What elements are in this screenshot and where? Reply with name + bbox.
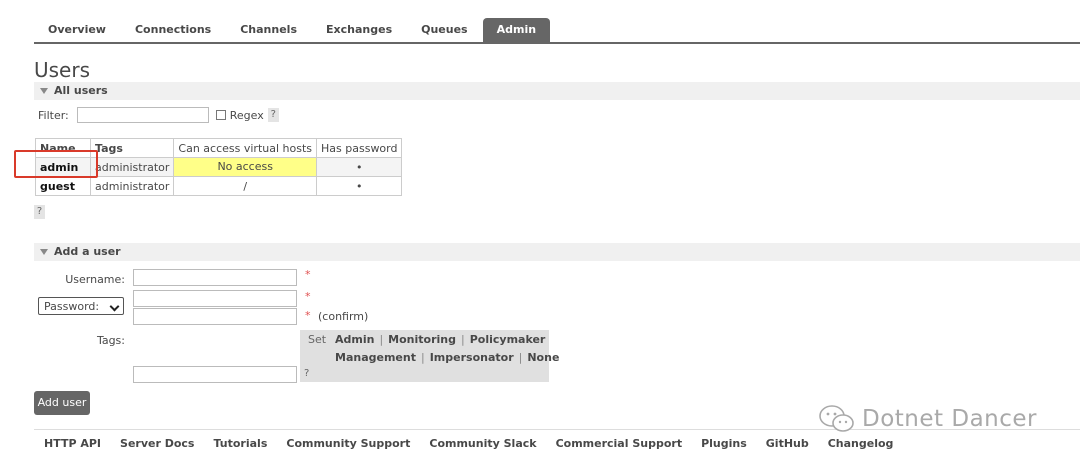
required-marker: * [305, 268, 311, 281]
tab-queues[interactable]: Queues [407, 18, 481, 42]
highlight-box [14, 150, 98, 178]
chevron-down-icon [109, 301, 120, 312]
page-title: Users [34, 58, 91, 82]
required-marker: * [305, 309, 311, 322]
tab-admin[interactable]: Admin [482, 18, 551, 42]
collapse-triangle-icon [40, 87, 48, 94]
password-select[interactable]: Password: [38, 297, 124, 315]
footer-link-community-support[interactable]: Community Support [286, 437, 410, 450]
collapse-triangle-icon [40, 248, 48, 255]
tag-policymaker-link[interactable]: Policymaker [470, 333, 546, 346]
footer-link-http-api[interactable]: HTTP API [44, 437, 101, 450]
all-users-heading: All users [54, 84, 108, 97]
user-has-password: • [316, 157, 403, 177]
footer-link-changelog[interactable]: Changelog [828, 437, 894, 450]
tag-none-link[interactable]: None [527, 351, 559, 364]
add-user-toggle[interactable]: Add a user [34, 243, 1080, 261]
regex-checkbox[interactable] [215, 110, 226, 120]
username-label: Username: [65, 273, 125, 286]
tab-overview[interactable]: Overview [34, 18, 120, 42]
user-name-link[interactable]: guest [35, 176, 91, 196]
password-select-value: Password: [44, 300, 100, 313]
tags-input[interactable] [133, 366, 297, 383]
tag-impersonator-link[interactable]: Impersonator [430, 351, 514, 364]
all-users-toggle[interactable]: All users [34, 82, 1080, 100]
col-tags[interactable]: Tags [89, 138, 175, 158]
add-user-button[interactable]: Add user [34, 391, 90, 415]
col-vhosts[interactable]: Can access virtual hosts [173, 138, 318, 158]
top-nav: Overview Connections Channels Exchanges … [34, 18, 551, 42]
tag-management-link[interactable]: Management [335, 351, 416, 364]
tags-label: Tags: [96, 334, 125, 347]
tab-exchanges[interactable]: Exchanges [312, 18, 406, 42]
footer-link-server-docs[interactable]: Server Docs [120, 437, 194, 450]
watermark-text: Dotnet Dancer [862, 406, 1037, 432]
tab-channels[interactable]: Channels [226, 18, 311, 42]
footer-link-github[interactable]: GitHub [766, 437, 809, 450]
filter-label: Filter: [38, 108, 69, 122]
table-help-button[interactable]: ? [34, 205, 45, 219]
username-input[interactable] [133, 269, 297, 286]
tag-row: Admin | Monitoring | Policymaker [335, 333, 546, 346]
required-marker: * [305, 290, 311, 303]
filter-input[interactable] [76, 107, 209, 123]
tag-admin-link[interactable]: Admin [335, 333, 374, 346]
user-has-password: • [316, 176, 403, 196]
filter-help-button[interactable]: ? [267, 108, 279, 122]
tag-row: Management | Impersonator | None [335, 351, 560, 364]
tab-connections[interactable]: Connections [121, 18, 225, 42]
footer-link-tutorials[interactable]: Tutorials [213, 437, 267, 450]
regex-label: Regex [229, 108, 264, 122]
set-label: Set [308, 333, 327, 346]
password-confirm-input[interactable] [133, 308, 297, 325]
confirm-label: (confirm) [318, 310, 369, 323]
footer-link-community-slack[interactable]: Community Slack [429, 437, 536, 450]
col-has-password[interactable]: Has password [316, 138, 403, 158]
user-tags: administrator [89, 157, 175, 177]
watermark: Dotnet Dancer [818, 404, 1037, 434]
user-vhosts: No access [173, 157, 318, 177]
user-tags: administrator [89, 176, 175, 196]
user-vhosts: / [173, 176, 318, 196]
nav-divider [34, 42, 1080, 44]
tags-help-button[interactable]: ? [304, 368, 309, 379]
table-row: guest administrator / • [35, 176, 403, 196]
password-input[interactable] [133, 290, 297, 307]
no-access-badge: No access [174, 158, 317, 176]
wechat-icon [819, 405, 854, 432]
filter-row: Filter: Regex ? [38, 107, 279, 123]
add-user-heading: Add a user [54, 245, 121, 258]
footer-link-commercial-support[interactable]: Commercial Support [556, 437, 683, 450]
tag-set-panel: Set Admin | Monitoring | Policymaker Managem… [300, 330, 559, 382]
footer-link-plugins[interactable]: Plugins [701, 437, 747, 450]
tag-monitoring-link[interactable]: Monitoring [388, 333, 456, 346]
